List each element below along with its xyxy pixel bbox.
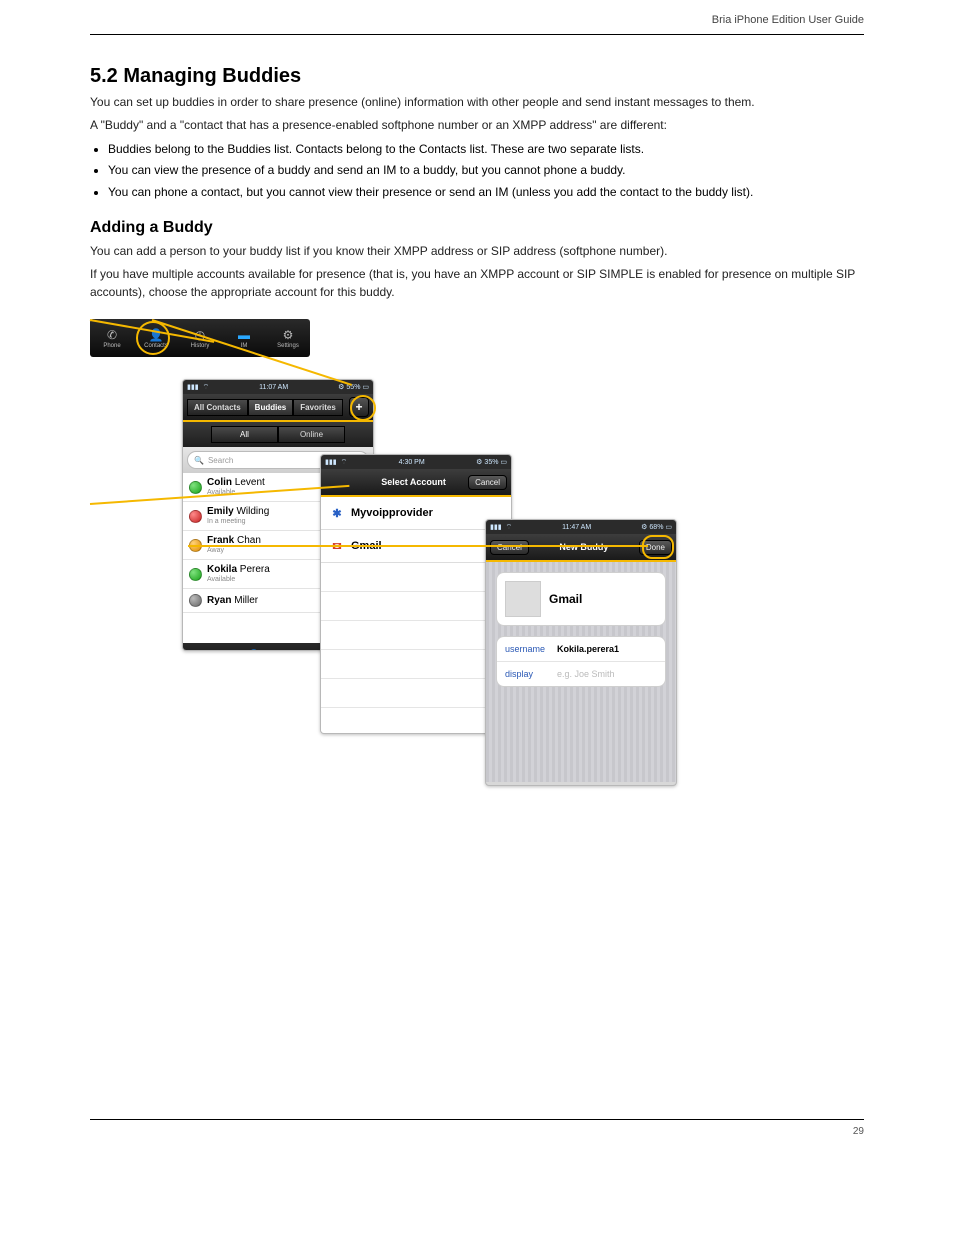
status-bar: ▮▮▮ ⌔ 11:47 AM ⚙68% ▭ (486, 520, 676, 534)
filter-online[interactable]: Online (278, 426, 345, 443)
tab-settings[interactable]: ⚙Settings (266, 319, 310, 357)
filter-all[interactable]: All (211, 426, 278, 443)
signal-icon: ▮▮▮ (325, 458, 337, 466)
wifi-icon: ⌔ (341, 458, 348, 467)
presence-icon (189, 510, 202, 523)
history-icon: ◷ (297, 649, 307, 652)
s2-navbar: Select Account Cancel (321, 469, 511, 497)
nav-title: New Buddy (529, 542, 639, 552)
section-title: 5.2 Managing Buddies (90, 65, 864, 88)
fields-card: username Kokila.perera1 display e.g. Joe… (496, 636, 666, 687)
screenshot-new-buddy: ▮▮▮ ⌔ 11:47 AM ⚙68% ▭ Cancel New Buddy Do… (485, 519, 677, 786)
bb-phone[interactable]: ✆Phone (183, 643, 231, 651)
intro-1: You can set up buddies in order to share… (90, 94, 864, 111)
cancel-button[interactable]: Cancel (490, 540, 529, 555)
im-icon: ▬ (236, 327, 252, 343)
status-bar: ▮▮▮ ⌔ 11:07 AM ⚙55% ▭ (183, 380, 373, 394)
phone-icon: ✆ (104, 327, 120, 343)
cancel-button[interactable]: Cancel (468, 475, 507, 490)
tab-history[interactable]: ◷History (178, 319, 222, 357)
account-row[interactable]: ✱ Myvoipprovider (321, 497, 511, 530)
gmail-icon: ✉ (329, 538, 345, 554)
s1-navbar: All Contacts Buddies Favorites + (183, 394, 373, 422)
search-placeholder: Search (208, 456, 233, 465)
avatar (505, 581, 541, 617)
signal-icon: ▮▮▮ (187, 383, 199, 391)
filter-segmented: All Online (183, 422, 373, 447)
status-battery: ⚙35% ▭ (476, 458, 507, 466)
status-battery: ⚙68% ▭ (641, 523, 672, 531)
tab-im[interactable]: ▬IM (222, 319, 266, 357)
tabbar-screenshot: ✆Phone 👤Contacts ◷History ▬IM ⚙Settings (90, 319, 310, 357)
page-number: 29 (853, 1126, 864, 1137)
contacts-icon: 👤 (148, 327, 164, 343)
display-field[interactable]: display e.g. Joe Smith (497, 662, 665, 686)
bullet-3: You can phone a contact, but you cannot … (108, 184, 864, 201)
wifi-icon: ⌔ (203, 383, 210, 392)
s3-navbar: Cancel New Buddy Done (486, 534, 676, 562)
bb-contacts[interactable]: 👤Contacts (231, 643, 279, 651)
presence-icon (189, 539, 202, 552)
done-button[interactable]: Done (639, 540, 672, 555)
presence-icon (189, 568, 202, 581)
doc-header: Bria iPhone Edition User Guide (90, 14, 864, 26)
screenshots-region: ✆Phone 👤Contacts ◷History ▬IM ⚙Settings … (90, 319, 864, 819)
contacts-icon: 👤 (247, 649, 261, 652)
bullet-1: Buddies belong to the Buddies list. Cont… (108, 141, 864, 158)
account-name: Gmail (549, 592, 582, 606)
bb-history[interactable]: ◷History (278, 643, 326, 651)
bullet-2: You can view the presence of a buddy and… (108, 162, 864, 179)
username-field[interactable]: username Kokila.perera1 (497, 637, 665, 662)
status-time: 11:47 AM (562, 524, 591, 531)
intro-2: A "Buddy" and a "contact that has a pres… (90, 117, 864, 134)
sip-account-icon: ✱ (329, 505, 345, 521)
status-bar: ▮▮▮ ⌔ 4:30 PM ⚙35% ▭ (321, 455, 511, 469)
seg-buddies[interactable]: Buddies (248, 399, 294, 416)
status-battery: ⚙55% ▭ (338, 383, 369, 391)
history-icon: ◷ (192, 327, 208, 343)
tab-contacts[interactable]: 👤Contacts (134, 319, 178, 357)
account-row[interactable]: ✉ Gmail (321, 530, 511, 563)
status-time: 4:30 PM (399, 459, 425, 466)
seg-favorites[interactable]: Favorites (293, 399, 343, 416)
top-segmented: All Contacts Buddies Favorites (187, 399, 349, 416)
phone-icon: ✆ (202, 649, 211, 652)
presence-icon (189, 481, 202, 494)
presence-icon (189, 594, 202, 607)
nav-title: Select Account (359, 477, 468, 487)
add-buddy-button[interactable]: + (349, 397, 369, 417)
status-time: 11:07 AM (259, 384, 288, 391)
signal-icon: ▮▮▮ (490, 523, 502, 531)
header-rule (90, 34, 864, 35)
sub-1: You can add a person to your buddy list … (90, 243, 864, 260)
wifi-icon: ⌔ (506, 523, 513, 532)
settings-icon: ⚙ (280, 327, 296, 343)
seg-all-contacts[interactable]: All Contacts (187, 399, 248, 416)
footer-rule (90, 1119, 864, 1120)
sub-2: If you have multiple accounts available … (90, 266, 864, 301)
subsection-title: Adding a Buddy (90, 219, 864, 237)
search-icon: 🔍 (194, 456, 204, 465)
tab-phone[interactable]: ✆Phone (90, 319, 134, 357)
account-card: Gmail (496, 572, 666, 626)
screenshot-select-account: ▮▮▮ ⌔ 4:30 PM ⚙35% ▭ Select Account Cance… (320, 454, 512, 734)
